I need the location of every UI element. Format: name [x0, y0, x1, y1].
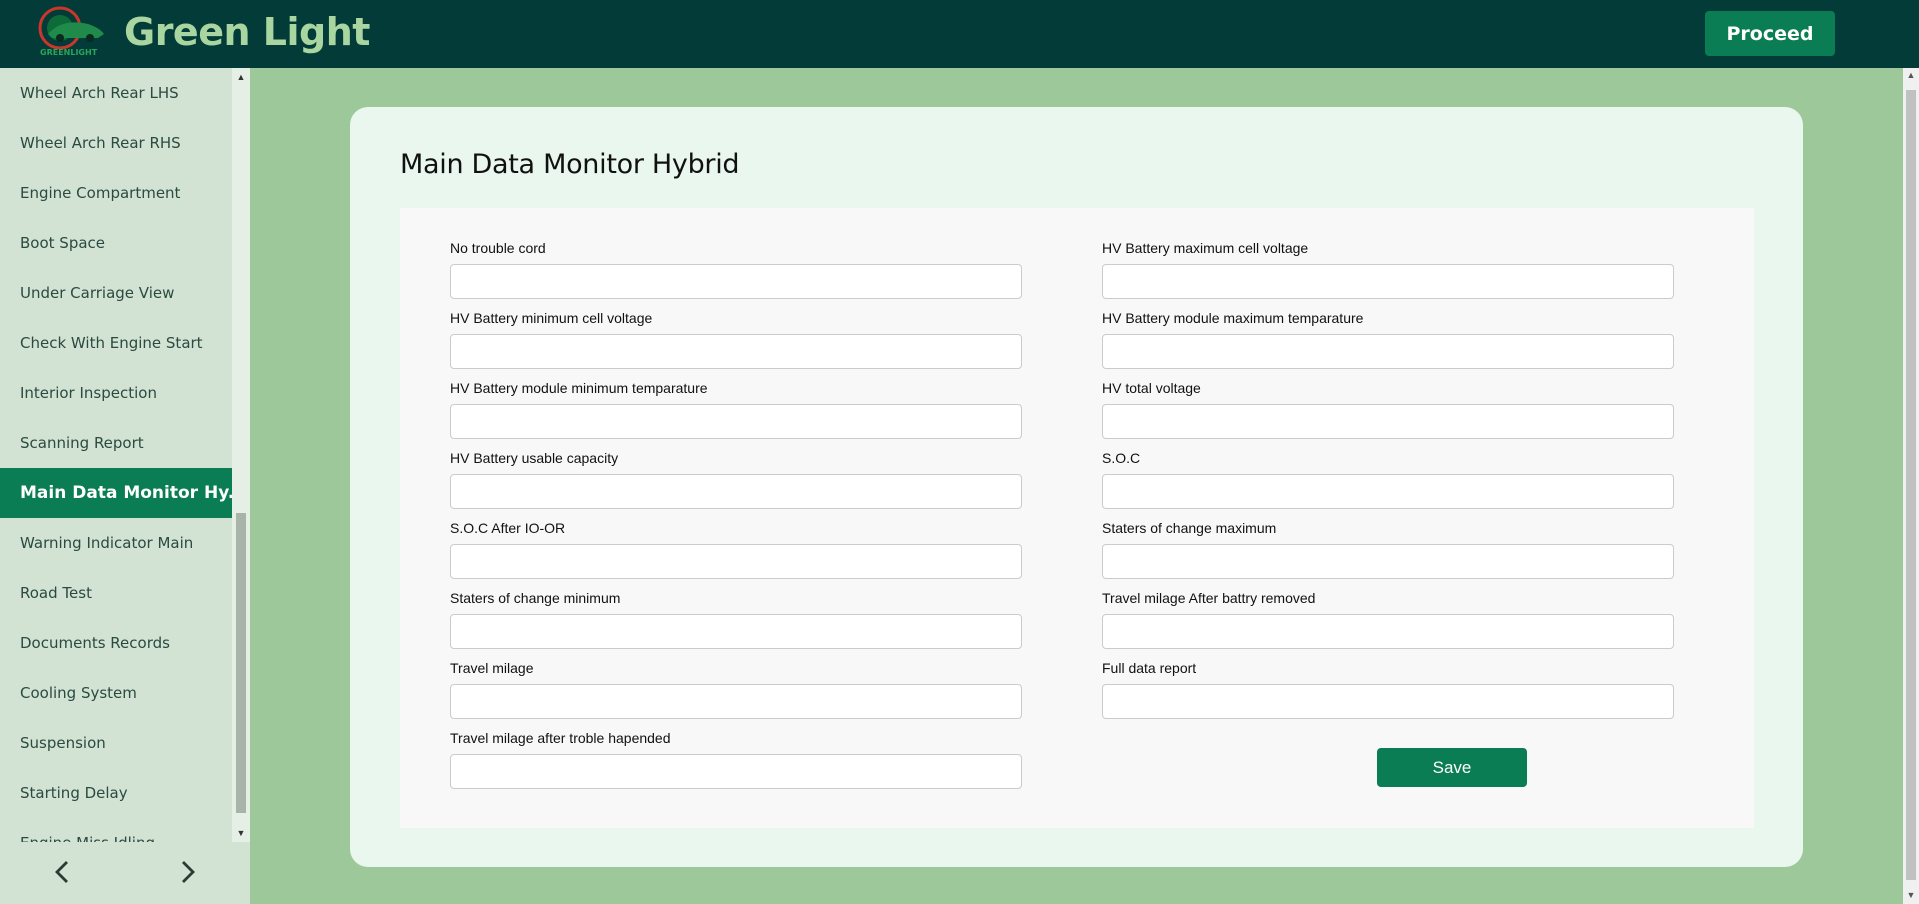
sidebar-item-label: Scanning Report [20, 434, 144, 452]
greenlight-logo: GREENLIGHT [38, 4, 110, 60]
field-input[interactable] [450, 334, 1022, 369]
sidebar-item-label: Wheel Arch Rear RHS [20, 134, 181, 152]
sidebar-item[interactable]: Check With Engine Start [0, 318, 232, 368]
field-label: Full data report [1102, 660, 1197, 676]
sidebar-item[interactable]: Engine Compartment [0, 168, 232, 218]
field-input[interactable] [1102, 404, 1674, 439]
sidebar-nav [0, 842, 250, 904]
sidebar-item[interactable]: Starting Delay [0, 768, 232, 818]
sidebar-scroll-thumb[interactable] [236, 513, 246, 813]
sidebar-item-label: Main Data Monitor Hy... [20, 483, 232, 503]
scroll-up-icon[interactable]: ▲ [236, 72, 246, 82]
sidebar-item[interactable]: Documents Records [0, 618, 232, 668]
field-input[interactable] [450, 684, 1022, 719]
sidebar-item[interactable]: Under Carriage View [0, 268, 232, 318]
form-field: S.O.C [1102, 448, 1674, 509]
form-field: No trouble cord [450, 238, 1022, 299]
field-input[interactable] [450, 544, 1022, 579]
form-field: Travel milage [450, 658, 1022, 719]
form-field: HV Battery module maximum temparature [1102, 308, 1674, 369]
sidebar-item-label: Interior Inspection [20, 384, 157, 402]
field-input[interactable] [450, 754, 1022, 789]
form-field: HV Battery module minimum temparature [450, 378, 1022, 439]
logo-text: GREENLIGHT [40, 48, 98, 57]
form-field: HV Battery maximum cell voltage [1102, 238, 1674, 299]
field-label: Travel milage After battry removed [1102, 590, 1316, 606]
field-input[interactable] [450, 614, 1022, 649]
sidebar-item-label: Under Carriage View [20, 284, 175, 302]
top-header: GREENLIGHT Green Light Proceed [0, 0, 1919, 68]
field-label: HV total voltage [1102, 380, 1201, 396]
field-label: HV Battery minimum cell voltage [450, 310, 653, 326]
scroll-down-icon[interactable]: ▼ [236, 828, 246, 838]
field-label: Staters of change minimum [450, 590, 621, 606]
sidebar-item-label: Warning Indicator Main [20, 534, 194, 552]
field-label: HV Battery module minimum temparature [450, 380, 708, 396]
field-input[interactable] [1102, 684, 1674, 719]
sidebar-item-label: Check With Engine Start [20, 334, 203, 352]
chevron-left-icon[interactable] [46, 856, 78, 888]
sidebar-scrollbar[interactable]: ▲ ▼ [232, 68, 250, 842]
form-field: HV Battery usable capacity [450, 448, 1022, 509]
sidebar-item-label: Suspension [20, 734, 106, 752]
sidebar-item-label: Documents Records [20, 634, 170, 652]
form-field: HV total voltage [1102, 378, 1674, 439]
form-field: Travel milage after troble hapended [450, 728, 1022, 789]
form-field: HV Battery minimum cell voltage [450, 308, 1022, 369]
field-label: HV Battery usable capacity [450, 450, 619, 466]
form-field: Staters of change maximum [1102, 518, 1674, 579]
sidebar-item-label: Starting Delay [20, 784, 128, 802]
sidebar-item-label: Engine Miss Idling [20, 834, 155, 842]
sidebar-item[interactable]: Interior Inspection [0, 368, 232, 418]
sidebar-item-label: Cooling System [20, 684, 137, 702]
form-field: Staters of change minimum [450, 588, 1022, 649]
field-input[interactable] [1102, 544, 1674, 579]
sidebar-item[interactable]: Warning Indicator Main [0, 518, 232, 568]
field-label: No trouble cord [450, 240, 546, 256]
sidebar: Wheel Arch Rear LHS Wheel Arch Rear RHS En… [0, 68, 250, 904]
field-input[interactable] [450, 264, 1022, 299]
sidebar-item[interactable]: Wheel Arch Rear LHS [0, 68, 232, 118]
field-label: S.O.C After IO-OR [450, 520, 566, 536]
form-field: Full data report [1102, 658, 1674, 719]
field-input[interactable] [1102, 264, 1674, 299]
sidebar-item[interactable]: Engine Miss Idling [0, 818, 232, 842]
form-panel: Save No trouble cord HV Battery maximum c… [400, 208, 1754, 828]
brand-title: Green Light [124, 10, 370, 54]
form-field: Travel milage After battry removed [1102, 588, 1674, 649]
page-scrollbar[interactable]: ▲ ▼ [1903, 68, 1919, 904]
form-field: S.O.C After IO-OR [450, 518, 1022, 579]
sidebar-item-label: Boot Space [20, 234, 106, 252]
proceed-button[interactable]: Proceed [1705, 11, 1835, 56]
field-label: Staters of change maximum [1102, 520, 1277, 536]
field-label: HV Battery maximum cell voltage [1102, 240, 1309, 256]
field-input[interactable] [1102, 334, 1674, 369]
sidebar-item[interactable]: Wheel Arch Rear RHS [0, 118, 232, 168]
field-input[interactable] [1102, 614, 1674, 649]
chevron-right-icon[interactable] [172, 856, 204, 888]
main-card: Main Data Monitor Hybrid Save No trouble… [350, 107, 1803, 867]
sidebar-item[interactable]: Road Test [0, 568, 232, 618]
sidebar-item-label: Road Test [20, 584, 92, 602]
sidebar-item-label: Wheel Arch Rear LHS [20, 84, 179, 102]
field-label: HV Battery module maximum temparature [1102, 310, 1364, 326]
sidebar-item[interactable]: Scanning Report [0, 418, 232, 468]
field-label: Travel milage [450, 660, 534, 676]
sidebar-item[interactable]: Cooling System [0, 668, 232, 718]
field-input[interactable] [450, 404, 1022, 439]
sidebar-item[interactable]: Suspension [0, 718, 232, 768]
page-scroll-down-icon[interactable]: ▼ [1906, 890, 1916, 900]
sidebar-item[interactable]: Main Data Monitor Hy... [0, 468, 232, 518]
field-input[interactable] [1102, 474, 1674, 509]
sidebar-item-label: Engine Compartment [20, 184, 181, 202]
page-title: Main Data Monitor Hybrid [400, 149, 740, 180]
sidebar-item[interactable]: Boot Space [0, 218, 232, 268]
page-scroll-up-icon[interactable]: ▲ [1906, 70, 1916, 80]
field-input[interactable] [450, 474, 1022, 509]
page-scroll-thumb[interactable] [1906, 90, 1916, 880]
sidebar-list: Wheel Arch Rear LHS Wheel Arch Rear RHS En… [0, 68, 232, 842]
save-button[interactable]: Save [1377, 748, 1527, 787]
field-label: Travel milage after troble hapended [450, 730, 671, 746]
field-label: S.O.C [1102, 450, 1141, 466]
